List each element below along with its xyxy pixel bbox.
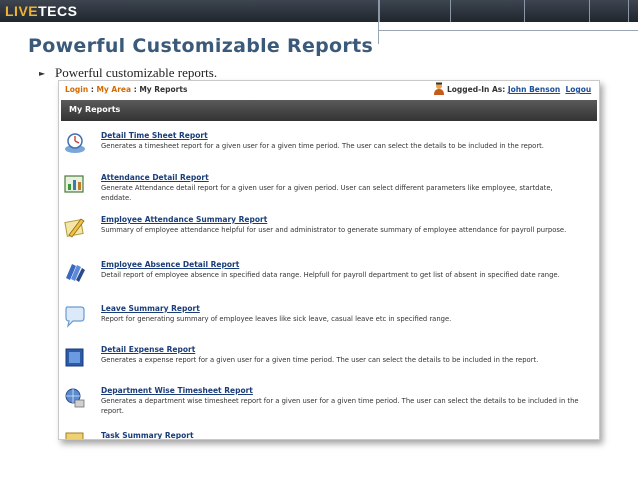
report-link-detail-time-sheet[interactable]: Detail Time Sheet Report	[101, 131, 208, 140]
report-link-employee-absence-detail[interactable]: Employee Absence Detail Report	[101, 260, 239, 269]
ledger-icon	[65, 348, 84, 367]
report-description: Detail report of employee absence in spe…	[101, 271, 560, 279]
logout-link[interactable]: Logou	[565, 85, 591, 94]
report-description: Generates a timesheet report for a given…	[101, 142, 544, 150]
clock-icon	[65, 133, 85, 153]
reports-screenshot: Login : My Area : My Reports Logged-In A…	[58, 80, 600, 440]
pencil-paper-icon	[64, 218, 85, 238]
title-divider-horizontal	[378, 30, 638, 31]
report-link-department-wise-timesheet[interactable]: Department Wise Timesheet Report	[101, 386, 253, 395]
slide-top-bar: LIVETECS	[0, 0, 638, 22]
speech-bubble-icon	[65, 306, 85, 328]
breadcrumb-current: My Reports	[139, 85, 188, 94]
report-description: Summary of employee attendance helpful f…	[101, 226, 567, 234]
report-link-task-summary[interactable]: Task Summary Report	[101, 431, 194, 439]
task-icon	[65, 432, 84, 439]
report-link-employee-attendance-summary[interactable]: Employee Attendance Summary Report	[101, 215, 267, 224]
report-link-leave-summary[interactable]: Leave Summary Report	[101, 304, 200, 313]
breadcrumb-bar: Login : My Area : My Reports Logged-In A…	[59, 81, 599, 98]
report-description: Generates a department wise timesheet re…	[101, 397, 579, 415]
slide-title: Powerful Customizable Reports	[28, 35, 374, 57]
report-description: Generate Attendance detail report for a …	[101, 184, 553, 202]
title-divider-vertical	[378, 22, 379, 44]
user-name-link[interactable]: John Benson	[508, 85, 560, 94]
breadcrumb-login-link[interactable]: Login	[65, 85, 88, 94]
books-icon	[66, 264, 85, 282]
logged-in-info: Logged-In As: John Benson Logou	[447, 85, 592, 94]
chart-icon	[64, 175, 84, 193]
user-icon	[434, 82, 444, 95]
section-title: My Reports	[69, 105, 121, 114]
breadcrumb: Login : My Area : My Reports	[65, 85, 188, 94]
report-link-detail-expense[interactable]: Detail Expense Report	[101, 345, 195, 354]
my-reports-header: My Reports	[61, 100, 597, 121]
livetecs-logo: LIVETECS	[5, 3, 78, 19]
decorative-stripes	[378, 0, 638, 22]
report-description: Generates a expense report for a given u…	[101, 356, 539, 364]
bullet-arrow-icon: ►	[39, 69, 46, 78]
globe-network-icon	[65, 388, 85, 408]
bullet-text: Powerful customizable reports.	[55, 65, 218, 80]
breadcrumb-my-area-link[interactable]: My Area	[96, 85, 131, 94]
report-link-attendance-detail[interactable]: Attendance Detail Report	[101, 173, 209, 182]
report-description: Report for generating summary of employe…	[101, 315, 452, 323]
